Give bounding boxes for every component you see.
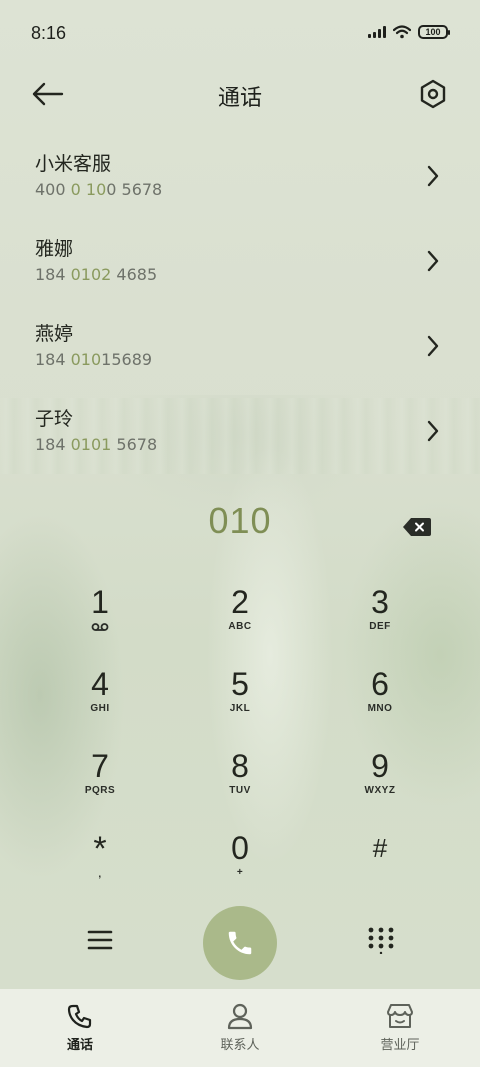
key-7[interactable]: 7 PQRS [30, 744, 170, 826]
contact-item[interactable]: 燕婷 184 01015689 [0, 306, 480, 391]
number-part: 184 [35, 435, 71, 454]
number-part: 0 5678 [106, 180, 163, 199]
backspace-button[interactable] [402, 517, 432, 537]
hamburger-menu-icon [87, 930, 113, 950]
signal-icon [368, 26, 386, 38]
number-match-highlight: 0 10 [70, 180, 107, 199]
phone-icon [228, 931, 252, 955]
key-digit: 5 [231, 666, 249, 702]
key-digit: 7 [91, 748, 109, 784]
key-digit: * [93, 830, 107, 868]
number-part: 184 [35, 265, 71, 284]
tab-label: 营业厅 [380, 1038, 420, 1053]
contact-suggestion-list: 小米客服 400 0 100 5678 雅娜 184 0102 4685 燕婷 … [0, 136, 480, 476]
contact-item[interactable]: 雅娜 184 0102 4685 [0, 221, 480, 306]
number-match-highlight: 0101 [70, 435, 112, 454]
key-letters: PQRS [84, 785, 116, 796]
contact-number: 184 0102 4685 [35, 265, 480, 284]
settings-hexagon-icon [420, 79, 446, 109]
tab-label: 联系人 [220, 1038, 260, 1053]
status-bar: 8:16 100 [0, 0, 480, 66]
chevron-right-icon [427, 165, 439, 187]
key-8[interactable]: 8 TUV [170, 744, 310, 826]
key-9[interactable]: 9 WXYZ [310, 744, 450, 826]
key-2[interactable]: 2 ABC [170, 580, 310, 662]
store-icon [387, 1004, 413, 1028]
key-star[interactable]: * , [30, 826, 170, 908]
status-icons: 100 [368, 25, 450, 39]
header: 通话 [0, 66, 480, 124]
contact-name: 小米客服 [35, 153, 112, 175]
key-letters: ABC [228, 621, 252, 632]
chevron-right-icon [427, 335, 439, 357]
tab-contacts[interactable]: 联系人 [160, 989, 320, 1067]
tab-calls[interactable]: 通话 [0, 989, 160, 1067]
key-digit: 2 [231, 584, 249, 620]
settings-button[interactable] [418, 78, 448, 110]
key-letters: TUV [229, 785, 251, 796]
page-title: 通话 [217, 86, 262, 111]
dial-keypad: 1 2 ABC 3 DEF 4 GHI 5 JKL 6 MNO 7 PQRS 8… [30, 580, 450, 908]
voicemail-icon [91, 623, 109, 631]
status-time: 8:16 [31, 23, 67, 43]
wifi-icon [393, 25, 411, 39]
battery-icon: 100 [418, 25, 450, 39]
key-letters: MNO [367, 703, 393, 714]
key-letters: GHI [90, 703, 110, 714]
key-digit: 4 [91, 666, 109, 702]
contact-name: 雅娜 [35, 238, 74, 260]
battery-level: 100 [425, 27, 441, 37]
dialpad-icon [368, 927, 394, 955]
backspace-icon [403, 518, 431, 536]
phone-icon [67, 1004, 92, 1029]
key-letters: DEF [369, 621, 391, 632]
key-letters: JKL [229, 703, 251, 714]
key-1[interactable]: 1 [30, 580, 170, 662]
number-match-highlight: 010 [70, 350, 102, 369]
key-letters: , [98, 869, 102, 880]
bottom-tab-bar: 通话 联系人 营业厅 [0, 989, 480, 1067]
contact-name: 子玲 [35, 408, 74, 430]
contact-item[interactable]: 小米客服 400 0 100 5678 [0, 136, 480, 221]
key-6[interactable]: 6 MNO [310, 662, 450, 744]
menu-button[interactable] [86, 928, 114, 952]
key-digit: 1 [91, 584, 109, 620]
contact-number: 400 0 100 5678 [35, 180, 480, 199]
hide-keypad-button[interactable] [367, 926, 395, 955]
key-digit: 8 [231, 748, 249, 784]
key-letters: + [236, 867, 244, 878]
contact-item[interactable]: 子玲 184 0101 5678 [0, 391, 480, 476]
tab-label: 通话 [66, 1038, 93, 1053]
dial-display: 010 [0, 500, 480, 556]
contact-name: 燕婷 [35, 323, 74, 345]
key-digit: 9 [371, 748, 389, 784]
key-digit: 0 [231, 830, 249, 866]
number-part: 184 [35, 350, 71, 369]
key-digit: # [372, 833, 388, 863]
person-icon [227, 1003, 253, 1030]
contact-number: 184 01015689 [35, 350, 480, 369]
key-5[interactable]: 5 JKL [170, 662, 310, 744]
number-part: 15689 [101, 350, 153, 369]
key-0[interactable]: 0 + [170, 826, 310, 908]
contact-number: 184 0101 5678 [35, 435, 480, 454]
dial-actions [0, 906, 480, 980]
key-3[interactable]: 3 DEF [310, 580, 450, 662]
key-hash[interactable]: # [310, 826, 450, 908]
key-letters: WXYZ [364, 785, 396, 796]
chevron-right-icon [427, 420, 439, 442]
number-part: 400 [35, 180, 71, 199]
number-match-highlight: 0102 [70, 265, 112, 284]
number-part: 5678 [111, 435, 158, 454]
call-button[interactable] [203, 906, 277, 980]
key-digit: 3 [371, 584, 389, 620]
tab-store[interactable]: 营业厅 [320, 989, 480, 1067]
key-digit: 6 [371, 666, 389, 702]
chevron-right-icon [427, 250, 439, 272]
key-4[interactable]: 4 GHI [30, 662, 170, 744]
number-part: 4685 [111, 265, 158, 284]
